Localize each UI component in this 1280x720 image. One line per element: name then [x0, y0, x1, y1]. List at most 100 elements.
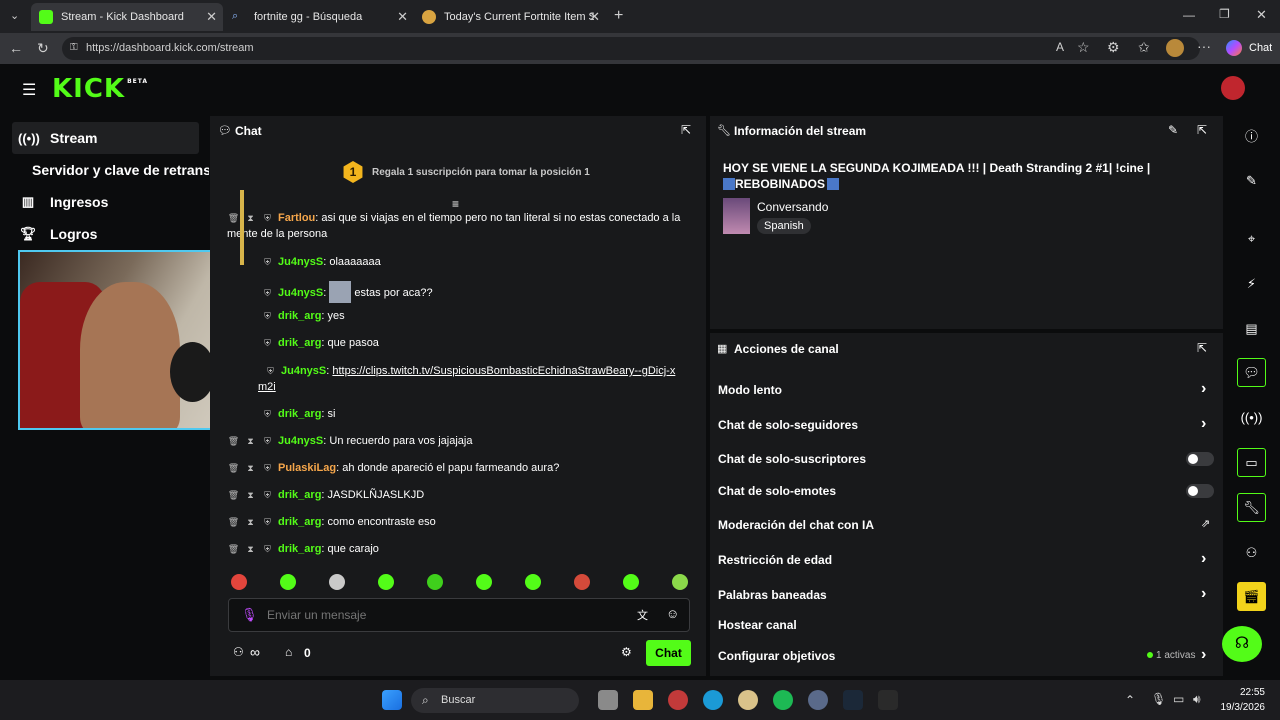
ban-icon[interactable]: ⛨ [261, 433, 274, 449]
lightning-icon[interactable]: ⚡︎ [1237, 269, 1266, 298]
delete-icon[interactable]: 🗑︎ [227, 487, 240, 503]
support-headset-icon[interactable]: ☊ [1222, 626, 1262, 662]
user-avatar[interactable] [1221, 76, 1245, 100]
settings-app-icon[interactable] [808, 690, 828, 710]
info-icon[interactable]: ⓘ [1237, 121, 1266, 150]
category-name[interactable]: Conversando [757, 200, 828, 214]
camera-focus-icon[interactable]: ⌖ [1237, 224, 1266, 253]
extensions-icon[interactable]: ⚙ [1107, 39, 1120, 56]
microphone-tray-icon[interactable]: 🎙︎ [1151, 692, 1166, 706]
ban-icon[interactable]: ⛨ [261, 487, 274, 503]
profile-avatar[interactable] [1166, 39, 1184, 57]
chat-widget-icon[interactable]: 💬︎ [1237, 358, 1266, 387]
chat-username[interactable]: PulaskiLag [278, 462, 336, 474]
chat-username[interactable]: Fartlou [278, 212, 315, 224]
clock-time[interactable]: 22:55 [1218, 687, 1265, 698]
delete-icon[interactable]: 🗑︎ [227, 433, 240, 449]
emote-green-6[interactable] [623, 574, 639, 590]
chevron-right-icon[interactable]: › [1201, 585, 1206, 603]
chat-username[interactable]: drik_arg [278, 543, 321, 555]
emote-green-3[interactable] [427, 574, 443, 590]
chat-username[interactable]: drik_arg [278, 408, 321, 420]
action-banned-words[interactable]: Palabras baneadas [718, 588, 827, 602]
chat-settings-icon[interactable]: ⚙ [621, 645, 632, 659]
action-age-restriction[interactable]: Restricción de edad [718, 553, 832, 567]
chat-username[interactable]: drik_arg [278, 489, 321, 501]
tab-list-chevron-icon[interactable]: ⌄ [10, 9, 19, 22]
delete-icon[interactable]: 🗑︎ [227, 514, 240, 530]
action-ai-moderation[interactable]: Moderación del chat con IA [718, 518, 874, 532]
ban-icon[interactable]: ⛨ [261, 335, 274, 351]
notes-icon[interactable]: ▤ [1237, 314, 1266, 343]
ban-icon[interactable]: ⛨ [261, 254, 274, 270]
chevron-right-icon[interactable]: › [1201, 646, 1206, 664]
chat-username[interactable]: drik_arg [278, 516, 321, 528]
menu-hamburger-icon[interactable]: ☰ [22, 80, 36, 100]
emote-green-5[interactable] [525, 574, 541, 590]
spotify-icon[interactable] [773, 690, 793, 710]
emote-green-4[interactable] [476, 574, 492, 590]
external-link-icon[interactable]: ⇗ [1201, 517, 1210, 530]
edit-icon[interactable]: ✎ [1168, 123, 1178, 137]
new-tab-icon[interactable]: + [614, 7, 623, 25]
ban-icon[interactable]: ⛨ [261, 514, 274, 530]
chrome-icon[interactable] [668, 690, 688, 710]
read-aloud-icon[interactable]: A [1056, 40, 1064, 54]
chat-username[interactable]: Ju4nysS [278, 287, 323, 299]
restore-icon[interactable]: ❐ [1219, 7, 1230, 21]
emote-angry[interactable] [231, 574, 247, 590]
action-host-channel[interactable]: Hostear canal [718, 618, 797, 632]
chat-input[interactable] [267, 605, 607, 625]
timeout-icon[interactable]: ⧗ [244, 514, 257, 530]
broadcast-rail-icon[interactable]: ((•)) [1237, 403, 1266, 432]
emotes-only-toggle[interactable] [1186, 484, 1214, 498]
timeout-icon[interactable]: ⧗ [244, 433, 257, 449]
gift-sub-prompt[interactable]: Regala 1 suscripción para tomar la posic… [372, 167, 590, 178]
ban-icon[interactable]: ⛨ [261, 210, 274, 226]
sidebar-item-server-key[interactable]: Servidor y clave de retransmisión [26, 154, 209, 186]
ban-icon[interactable]: ⛨ [264, 363, 277, 379]
ban-icon[interactable]: ⛨ [261, 460, 274, 476]
emote-green-1[interactable] [280, 574, 296, 590]
copilot-icon[interactable] [1226, 40, 1242, 56]
chat-username[interactable]: drik_arg [278, 310, 321, 322]
sidebar-item-logros[interactable]: 🏆︎ Logros [12, 218, 199, 250]
ban-icon[interactable]: ⛨ [261, 285, 274, 301]
back-icon[interactable]: ← [9, 40, 23, 56]
clips-icon[interactable]: 🎬︎ [1237, 582, 1266, 611]
volume-icon[interactable]: 🔊︎ [1193, 692, 1201, 707]
chevron-right-icon[interactable]: › [1201, 415, 1206, 433]
steam-icon[interactable] [843, 690, 863, 710]
edge-icon[interactable] [703, 690, 723, 710]
chat-username[interactable]: Ju4nysS [278, 435, 323, 447]
close-window-icon[interactable]: ✕ [1256, 7, 1267, 23]
emoji-icon[interactable]: ☺ [666, 606, 679, 621]
pencil-icon[interactable]: ✎ [1237, 166, 1266, 195]
site-info-icon[interactable]: ⚿ [70, 42, 78, 53]
community-icon[interactable]: ⚇ [1237, 538, 1266, 567]
timeout-icon[interactable]: ⧗ [244, 460, 257, 476]
filter-icon[interactable]: ≡ [452, 197, 459, 211]
tab-kick-dashboard[interactable]: Stream - Kick Dashboard ✕ [31, 3, 223, 31]
epic-games-icon[interactable] [878, 690, 898, 710]
close-tab-icon[interactable]: ✕ [589, 9, 600, 25]
tab-fortnite-shop[interactable]: Today's Current Fortnite Item Shop ✕ [414, 3, 606, 31]
timeout-icon[interactable]: ⧗ [244, 210, 257, 226]
minimize-icon[interactable]: — [1183, 8, 1195, 22]
popout-actions-icon[interactable]: ⇱ [1197, 341, 1207, 355]
timeout-icon[interactable]: ⧗ [244, 487, 257, 503]
kick-logo[interactable]: KICK BETA [52, 74, 148, 104]
sidebar-item-stream[interactable]: ((•)) Stream [12, 122, 199, 154]
actions-widget-icon[interactable]: 🔧︎ [1237, 493, 1266, 522]
emote-skull[interactable] [329, 574, 345, 590]
task-view-icon[interactable] [598, 690, 618, 710]
send-chat-button[interactable]: Chat [646, 640, 691, 666]
delete-icon[interactable]: 🗑︎ [227, 541, 240, 557]
ban-icon[interactable]: ⛨ [261, 406, 274, 422]
store-icon[interactable]: ⌂ [285, 645, 292, 659]
ban-icon[interactable]: ⛨ [261, 308, 274, 324]
app-icon[interactable] [738, 690, 758, 710]
emote-red[interactable] [574, 574, 590, 590]
action-slow-mode[interactable]: Modo lento [718, 383, 782, 397]
clock-date[interactable]: 19/3/2026 [1210, 702, 1266, 713]
